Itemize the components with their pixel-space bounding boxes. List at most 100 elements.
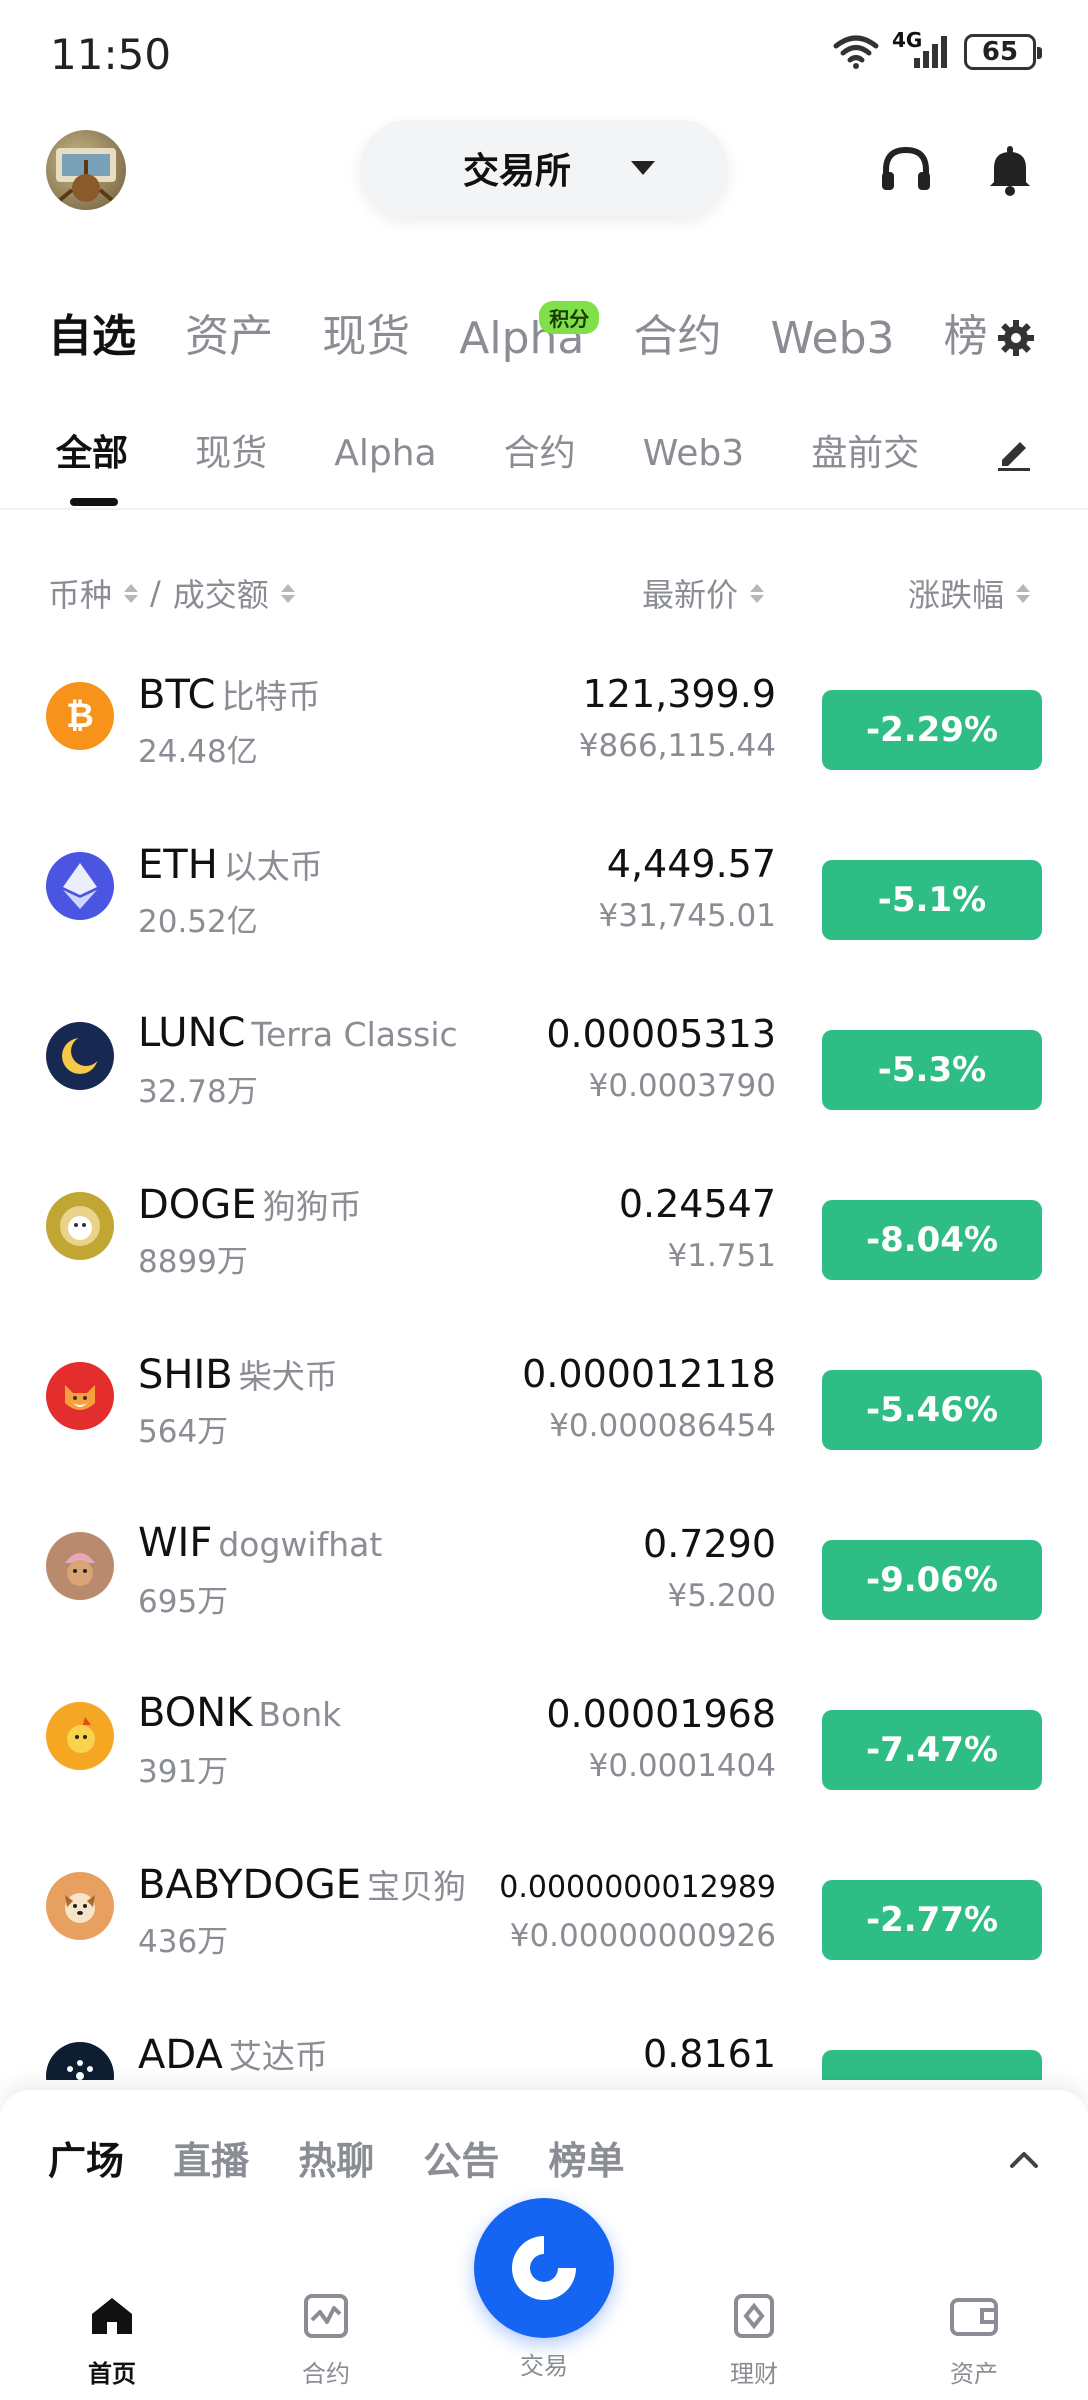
trade-logo-icon xyxy=(512,2236,576,2300)
nav-assets[interactable]: 资产 xyxy=(914,2290,1034,2389)
change-badge[interactable]: -5.3% xyxy=(822,1030,1042,1110)
coin-name: 以太币 xyxy=(223,847,323,886)
tab-alpha[interactable]: Alpha 积分 xyxy=(459,301,600,364)
tab-hot-chat[interactable]: 热聊 xyxy=(298,2130,374,2185)
coin-name: Terra Classic xyxy=(251,1015,458,1054)
change-header[interactable]: 涨跌幅 xyxy=(908,570,1031,616)
last-price: 0.00001968 xyxy=(546,1692,776,1736)
subtab-futures[interactable]: 合约 xyxy=(504,424,576,476)
chevron-down-icon xyxy=(631,161,655,175)
change-badge[interactable]: -8.04% xyxy=(822,1200,1042,1280)
coin-volume: 20.52亿 xyxy=(138,904,258,940)
change-badge[interactable]: -2.29% xyxy=(822,690,1042,770)
subtab-alpha[interactable]: Alpha xyxy=(334,433,436,474)
coin-volume: 436万 xyxy=(138,1924,229,1960)
coin-name: dogwifhat xyxy=(218,1525,383,1564)
tab-rankings[interactable]: 榜 xyxy=(944,300,988,364)
status-time: 11:50 xyxy=(50,30,172,79)
nav-earn[interactable]: 理财 xyxy=(694,2290,814,2389)
volume-sort-button[interactable]: 成交额 xyxy=(173,570,269,616)
nav-home[interactable]: 首页 xyxy=(52,2290,172,2389)
coin-volume: 8899万 xyxy=(138,1244,248,1280)
subtab-web3[interactable]: Web3 xyxy=(643,433,744,474)
change-badge[interactable]: -9.06% xyxy=(822,1540,1042,1620)
market-row[interactable]: WIF dogwifhat 695万 0.7290 ¥5.200 -9.06% xyxy=(0,1480,1088,1650)
change-badge[interactable] xyxy=(822,2050,1042,2080)
sort-icon xyxy=(124,583,139,603)
bell-icon[interactable] xyxy=(982,142,1038,198)
sort-icon xyxy=(280,583,295,603)
category-tabs: 自选 资产 现货 Alpha 积分 合约 Web3 榜 xyxy=(48,300,1008,380)
shiba-icon xyxy=(46,1362,114,1430)
subtab-spot[interactable]: 现货 xyxy=(195,424,267,476)
earn-icon xyxy=(734,2294,774,2338)
market-row[interactable]: SHIB 柴犬币 564万 0.000012118 ¥0.000086454 -5… xyxy=(0,1310,1088,1480)
chevron-up-icon[interactable] xyxy=(1006,2142,1042,2178)
market-row[interactable]: BONK Bonk 391万 0.00001968 ¥0.0001404 -7.4… xyxy=(0,1650,1088,1820)
edit-icon[interactable] xyxy=(994,432,1034,472)
price-header[interactable]: 最新价 xyxy=(642,570,765,616)
coin-name: 狗狗币 xyxy=(262,1187,362,1226)
tab-spot[interactable]: 现货 xyxy=(322,300,410,364)
last-price: 0.7290 xyxy=(643,1522,776,1566)
last-price: 0.0000000012989 xyxy=(499,1870,776,1905)
tab-watchlist[interactable]: 自选 xyxy=(48,300,136,364)
cardano-icon xyxy=(46,2042,114,2080)
gear-icon[interactable] xyxy=(996,318,1036,358)
change-badge[interactable]: -5.46% xyxy=(822,1370,1042,1450)
dogecoin-icon xyxy=(46,1192,114,1260)
subtab-all[interactable]: 全部 xyxy=(56,424,128,476)
coin-name: 柴犬币 xyxy=(238,1357,338,1396)
last-price-cny: ¥1.751 xyxy=(667,1238,776,1274)
avatar[interactable] xyxy=(46,130,126,210)
market-row[interactable]: ₿ BTC 比特币 24.48亿 121,399.9 ¥866,115.44 -2… xyxy=(0,630,1088,800)
subtab-premarket[interactable]: 盘前交 xyxy=(811,424,919,476)
last-price: 0.24547 xyxy=(618,1182,776,1226)
coin-symbol: LUNC xyxy=(138,1010,246,1056)
last-price-cny: ¥0.00000000926 xyxy=(509,1918,776,1954)
home-icon xyxy=(92,2298,132,2334)
tab-web3[interactable]: Web3 xyxy=(771,313,895,364)
nav-earn-label: 理财 xyxy=(730,2360,778,2388)
nav-futures[interactable]: 合约 xyxy=(266,2290,386,2389)
market-row[interactable]: DOGE 狗狗币 8899万 0.24547 ¥1.751 -8.04% xyxy=(0,1140,1088,1310)
headset-icon[interactable] xyxy=(878,142,934,198)
tab-futures[interactable]: 合约 xyxy=(633,300,721,364)
change-badge[interactable]: -2.77% xyxy=(822,1880,1042,1960)
coin-volume: 32.78万 xyxy=(138,1074,258,1110)
coin-symbol: BONK xyxy=(138,1690,253,1736)
terra-icon xyxy=(46,1022,114,1090)
last-price-cny: ¥0.0003790 xyxy=(588,1068,776,1104)
change-badge[interactable]: -7.47% xyxy=(822,1710,1042,1790)
market-row[interactable]: BABYDOGE 宝贝狗 436万 0.0000000012989 ¥0.0000… xyxy=(0,1820,1088,1990)
coin-volume: 391万 xyxy=(138,1754,229,1790)
coin-volume: 695万 xyxy=(138,1584,229,1620)
wallet-icon xyxy=(950,2298,998,2336)
tab-announcements[interactable]: 公告 xyxy=(423,2130,499,2185)
last-price: 121,399.9 xyxy=(582,672,776,716)
sort-icon xyxy=(750,583,765,603)
market-row[interactable]: LUNC Terra Classic 32.78万 0.00005313 ¥0.0… xyxy=(0,970,1088,1140)
change-badge[interactable]: -5.1% xyxy=(822,860,1042,940)
dogwifhat-icon xyxy=(46,1532,114,1600)
coin-name: Bonk xyxy=(258,1695,342,1734)
market-row[interactable]: ETH 以太币 20.52亿 4,449.57 ¥31,745.01 -5.1% xyxy=(0,800,1088,970)
last-price-cny: ¥866,115.44 xyxy=(578,728,776,764)
tab-assets[interactable]: 资产 xyxy=(185,300,273,364)
tab-square[interactable]: 广场 xyxy=(48,2130,124,2185)
active-subtab-indicator xyxy=(70,498,118,506)
bitcoin-icon: ₿ xyxy=(46,682,114,750)
tab-live[interactable]: 直播 xyxy=(173,2130,249,2185)
coin-symbol: BTC xyxy=(138,672,216,718)
last-price: 0.8161 xyxy=(643,2032,776,2076)
chart-icon xyxy=(304,2294,348,2338)
coin-sort-button[interactable]: 币种 xyxy=(48,570,112,616)
sort-icon xyxy=(1016,583,1031,603)
market-row[interactable]: ADA 艾达币 0.8161 xyxy=(0,1990,1088,2080)
tab-leaderboard[interactable]: 榜单 xyxy=(548,2130,624,2185)
trade-button[interactable] xyxy=(474,2198,614,2338)
battery-icon: 65 xyxy=(964,34,1042,70)
feed-tabs: 广场 直播 热聊 公告 榜单 xyxy=(48,2130,668,2185)
ethereum-icon xyxy=(46,852,114,920)
exchange-switcher[interactable]: 交易所 xyxy=(360,120,728,216)
